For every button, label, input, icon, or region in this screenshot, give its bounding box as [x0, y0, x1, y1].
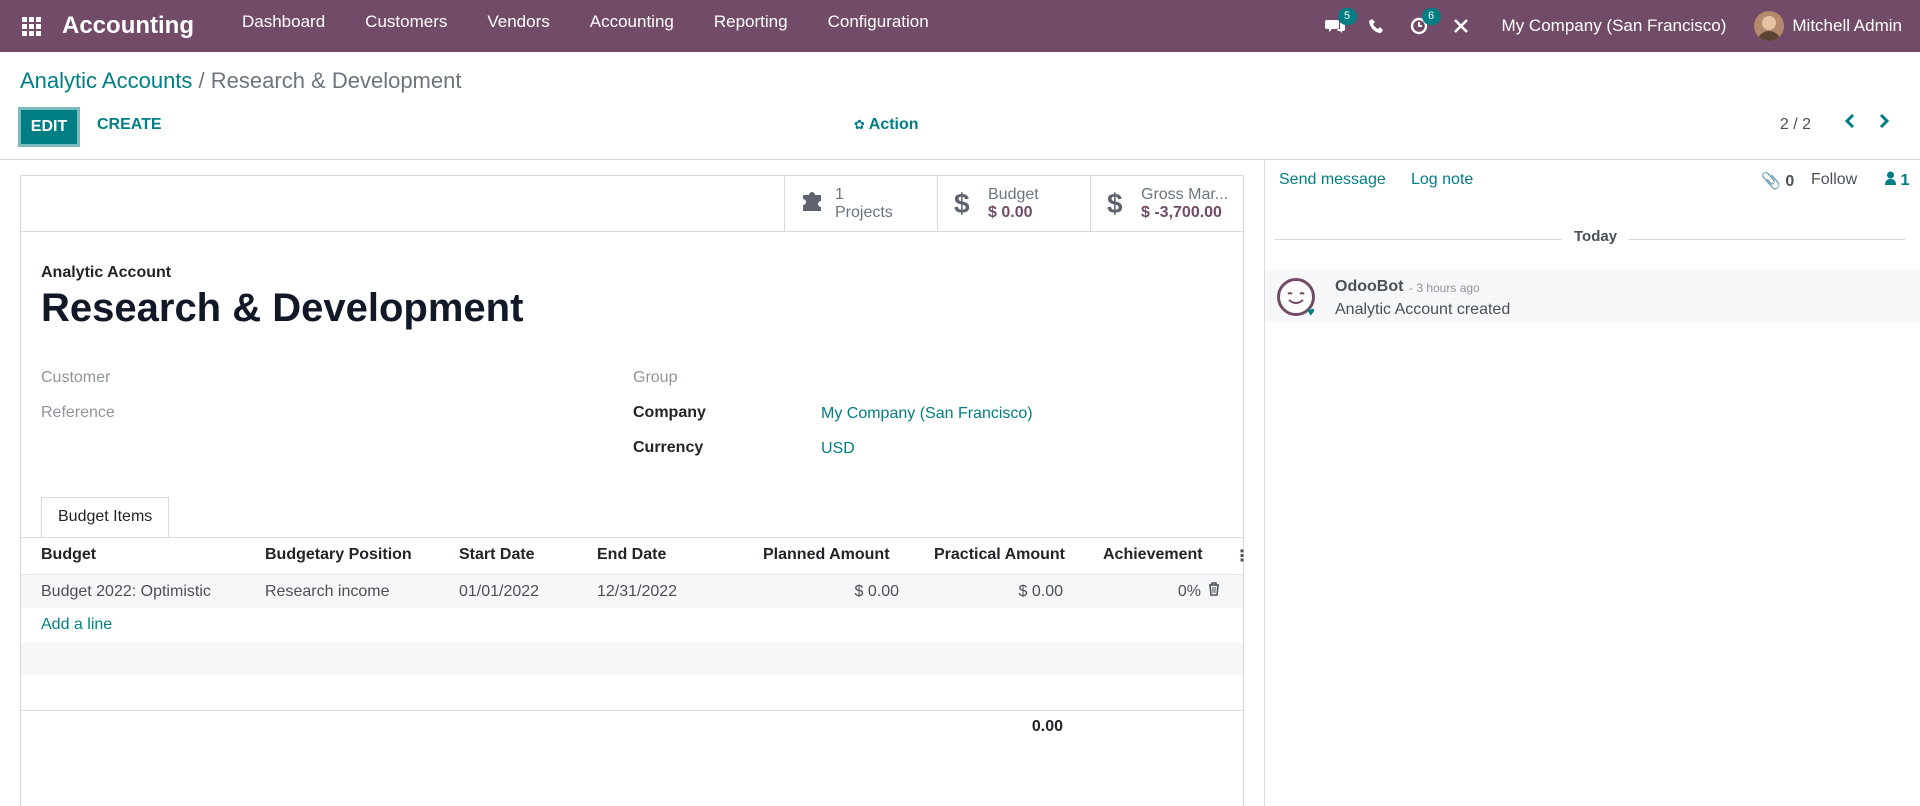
- add-line-link[interactable]: Add a line: [41, 616, 112, 634]
- breadcrumb-current: Research & Development: [210, 68, 462, 93]
- cell-budget[interactable]: Budget 2022: Optimistic: [41, 583, 211, 601]
- chatter-message: ♥ OdooBot - 3 hours ago Analytic Account…: [1265, 270, 1920, 322]
- pager-previous-button[interactable]: [1844, 112, 1856, 135]
- column-header-end-date[interactable]: End Date: [597, 546, 666, 564]
- follow-button[interactable]: Follow: [1811, 171, 1857, 189]
- attachments-count: 0: [1785, 173, 1795, 190]
- dollar-icon: $: [1107, 187, 1123, 219]
- gross-margin-label: Gross Mar...: [1141, 185, 1229, 203]
- breadcrumb-parent[interactable]: Analytic Accounts: [20, 68, 192, 93]
- gross-margin-smart-button[interactable]: $ Gross Mar... $ -3,700.00: [1090, 176, 1243, 231]
- chevron-left-icon: [1844, 113, 1855, 129]
- form-sheet: 1 Projects $ Budget $ 0.00 $ Gross Mar..…: [20, 175, 1250, 806]
- menu-vendors[interactable]: Vendors: [467, 0, 569, 52]
- group-label: Group: [633, 369, 678, 386]
- dollar-icon: $: [954, 187, 970, 219]
- activities-icon[interactable]: 6: [1398, 0, 1441, 52]
- edit-button[interactable]: EDIT: [18, 107, 80, 147]
- gross-margin-value: $ -3,700.00: [1141, 203, 1222, 221]
- company-switcher[interactable]: My Company (San Francisco): [1482, 16, 1755, 36]
- create-button[interactable]: CREATE: [97, 116, 162, 134]
- column-header-practical-amount[interactable]: Practical Amount: [934, 546, 1065, 564]
- cell-planned-amount[interactable]: $ 0.00: [855, 583, 899, 601]
- column-options-icon[interactable]: ⋮: [1234, 546, 1250, 566]
- column-header-budget[interactable]: Budget: [41, 546, 96, 564]
- column-header-start-date[interactable]: Start Date: [459, 546, 535, 564]
- cell-start-date[interactable]: 01/01/2022: [459, 583, 539, 601]
- cell-achievement[interactable]: 0%: [1178, 583, 1201, 601]
- user-avatar: [1754, 11, 1785, 41]
- message-time: - 3 hours ago: [1409, 281, 1480, 295]
- menu-configuration[interactable]: Configuration: [808, 0, 949, 52]
- currency-label: Currency: [633, 439, 704, 456]
- projects-count: 1: [835, 185, 844, 203]
- budget-smart-button[interactable]: $ Budget $ 0.00: [937, 176, 1090, 231]
- total-practical-amount: 0.00: [1031, 718, 1063, 735]
- user-name: Mitchell Admin: [1792, 16, 1902, 35]
- projects-smart-button[interactable]: 1 Projects: [784, 176, 937, 231]
- company-label: Company: [633, 404, 706, 421]
- smart-button-box: 1 Projects $ Budget $ 0.00 $ Gross Mar..…: [784, 176, 1243, 231]
- footer-divider: [21, 710, 1243, 711]
- attachments-button[interactable]: 📎 0: [1761, 171, 1794, 191]
- activities-badge: 6: [1421, 8, 1441, 25]
- date-separator-label: Today: [1562, 228, 1630, 245]
- messages-icon[interactable]: 5: [1314, 0, 1357, 52]
- cell-budgetary-position[interactable]: Research income: [265, 583, 390, 601]
- menu-accounting[interactable]: Accounting: [570, 0, 694, 52]
- puzzle-icon: [801, 187, 835, 220]
- phone-icon[interactable]: [1356, 0, 1398, 52]
- budget-label: Budget: [988, 185, 1039, 203]
- column-header-achievement[interactable]: Achievement: [1103, 546, 1203, 564]
- app-brand[interactable]: Accounting: [62, 12, 194, 40]
- tab-budget-items[interactable]: Budget Items: [41, 497, 170, 538]
- control-panel: Analytic Accounts / Research & Developme…: [0, 52, 1920, 160]
- projects-label: Projects: [835, 203, 893, 221]
- budget-value: $ 0.00: [988, 203, 1033, 221]
- menu-dashboard[interactable]: Dashboard: [222, 0, 345, 52]
- pager-next-button[interactable]: [1878, 112, 1890, 135]
- user-menu[interactable]: Mitchell Admin: [1754, 11, 1920, 41]
- form-subtitle: Analytic Account: [41, 264, 172, 281]
- trash-icon[interactable]: [1208, 582, 1220, 596]
- menu-reporting[interactable]: Reporting: [694, 0, 808, 52]
- chevron-right-icon: [1879, 113, 1890, 129]
- heart-icon: ♥: [1307, 304, 1315, 319]
- messages-badge: 5: [1337, 8, 1357, 25]
- company-field[interactable]: My Company (San Francisco): [821, 405, 1033, 423]
- cell-end-date[interactable]: 12/31/2022: [597, 583, 677, 601]
- log-note-button[interactable]: Log note: [1411, 171, 1473, 189]
- message-body: Analytic Account created: [1335, 301, 1511, 318]
- record-title: Research & Development: [41, 286, 524, 330]
- chatter-panel: Send message Log note 📎 0 Follow 1 Today…: [1264, 160, 1920, 806]
- currency-field[interactable]: USD: [821, 440, 855, 458]
- action-label: Action: [868, 116, 919, 133]
- send-message-button[interactable]: Send message: [1279, 171, 1386, 189]
- menu-customers[interactable]: Customers: [345, 0, 467, 52]
- column-header-planned-amount[interactable]: Planned Amount: [763, 546, 890, 564]
- apps-menu-icon[interactable]: [0, 0, 62, 52]
- followers-count: 1: [1900, 172, 1910, 189]
- paperclip-icon: 📎: [1761, 173, 1781, 190]
- reference-label: Reference: [41, 404, 115, 421]
- cell-practical-amount[interactable]: $ 0.00: [1019, 583, 1063, 601]
- followers-button[interactable]: 1: [1885, 171, 1909, 190]
- divider: [21, 231, 1243, 232]
- top-navbar: Accounting Dashboard Customers Vendors A…: [0, 0, 1920, 52]
- empty-row: [21, 642, 1243, 675]
- message-author[interactable]: OdooBot: [1335, 278, 1403, 296]
- user-icon: [1885, 171, 1896, 185]
- empty-row: [21, 675, 1243, 708]
- customer-label: Customer: [41, 369, 111, 386]
- breadcrumb: Analytic Accounts / Research & Developme…: [20, 68, 461, 94]
- gear-icon: ✿: [854, 117, 865, 132]
- pager-value[interactable]: 2 / 2: [1780, 116, 1811, 134]
- tab-divider: [21, 537, 1243, 538]
- action-dropdown[interactable]: ✿ Action: [854, 116, 919, 134]
- close-icon[interactable]: [1440, 0, 1482, 52]
- breadcrumb-separator: /: [192, 68, 211, 93]
- column-header-budgetary-position[interactable]: Budgetary Position: [265, 546, 412, 564]
